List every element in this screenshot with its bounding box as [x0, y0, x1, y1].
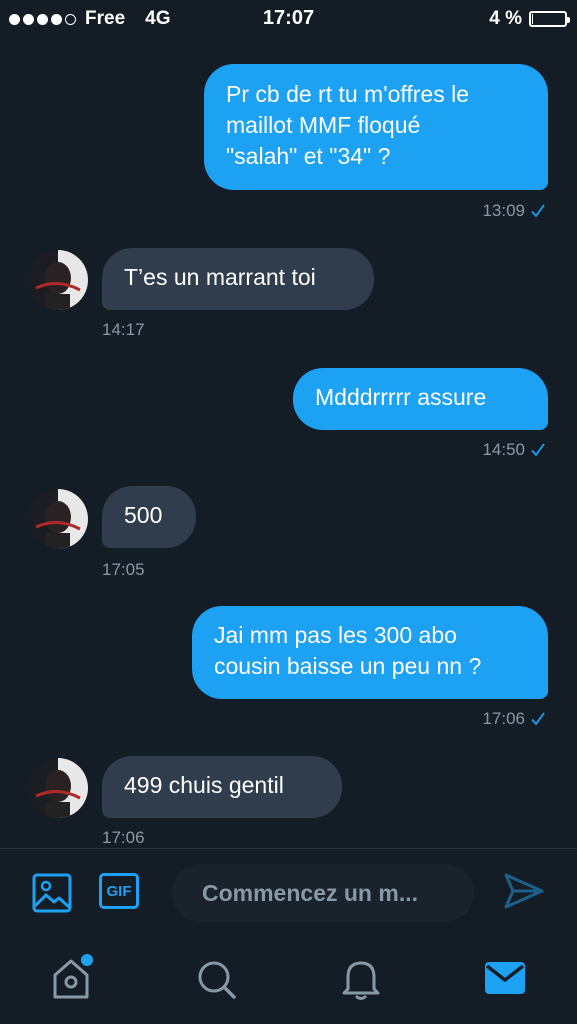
battery-icon: [529, 11, 570, 27]
message-bubble-received[interactable]: T’es un marrant toi: [102, 248, 374, 310]
message-bubble-sent[interactable]: Pr cb de rt tu m'offres le maillot MMF f…: [204, 64, 548, 190]
message-input[interactable]: Commencez un m...: [172, 864, 474, 922]
avatar[interactable]: [28, 489, 88, 549]
message-line: cousin baisse un peu nn ?: [214, 653, 482, 679]
check-icon: [531, 443, 545, 457]
notification-badge: [81, 954, 93, 966]
message-time: 14:50: [482, 440, 525, 459]
search-icon: [198, 961, 236, 999]
message-line: "salah" et "34" ?: [226, 143, 391, 169]
battery-tip: [567, 17, 570, 23]
check-icon: [531, 204, 545, 218]
message-line: Mdddrrrrr assure: [315, 384, 487, 410]
message-time: 13:09: [482, 201, 525, 220]
mail-icon: [485, 962, 525, 994]
message-bubble-received[interactable]: 499 chuis gentil: [102, 756, 342, 818]
message-meta: 13:09: [482, 201, 545, 221]
message-line: 500: [124, 502, 163, 528]
message-time: 17:05: [102, 560, 145, 579]
tab-search[interactable]: [196, 955, 238, 1006]
message-composer: GIF Commencez un m...: [0, 848, 577, 937]
battery-level: [532, 14, 533, 24]
message-meta: 17:05: [102, 560, 145, 580]
message-time: 17:06: [482, 709, 525, 728]
message-line: Jai mm pas les 300 abo: [214, 622, 457, 648]
message-time: 14:17: [102, 320, 145, 339]
message-line: maillot MMF floqué: [226, 112, 421, 138]
gif-button[interactable]: GIF: [99, 873, 139, 909]
message-meta: 14:50: [482, 440, 545, 460]
send-button[interactable]: [503, 872, 545, 915]
message-meta: 14:17: [102, 320, 145, 340]
tab-home[interactable]: [50, 954, 93, 1006]
avatar-image: [28, 489, 88, 549]
message-bubble-sent[interactable]: Mdddrrrrr assure: [293, 368, 548, 430]
check-icon: [531, 712, 545, 726]
tab-messages[interactable]: [484, 959, 526, 1002]
image-icon: [32, 873, 72, 913]
avatar-image: [28, 758, 88, 818]
message-input-placeholder: Commencez un m...: [202, 879, 418, 906]
message-time: 17:06: [102, 828, 145, 847]
tab-bar: [0, 937, 577, 1024]
tab-notifications[interactable]: [340, 955, 382, 1006]
status-bar: Free 4G 17:07 4 %: [0, 0, 577, 38]
avatar-image: [28, 250, 88, 310]
avatar[interactable]: [28, 758, 88, 818]
message-meta: 17:06: [102, 828, 145, 848]
message-line: T’es un marrant toi: [124, 264, 316, 290]
battery-percent: 4 %: [489, 8, 522, 29]
image-button[interactable]: [32, 873, 72, 918]
send-icon: [504, 873, 544, 909]
message-meta: 17:06: [482, 709, 545, 729]
message-bubble-sent[interactable]: Jai mm pas les 300 abo cousin baisse un …: [192, 606, 548, 699]
message-line: Pr cb de rt tu m'offres le: [226, 81, 470, 107]
bell-icon: [342, 961, 380, 1000]
message-line: 499 chuis gentil: [124, 772, 284, 798]
status-right: 4 %: [489, 8, 570, 30]
avatar[interactable]: [28, 250, 88, 310]
message-bubble-received[interactable]: 500: [102, 486, 196, 548]
gif-label: GIF: [106, 882, 132, 900]
